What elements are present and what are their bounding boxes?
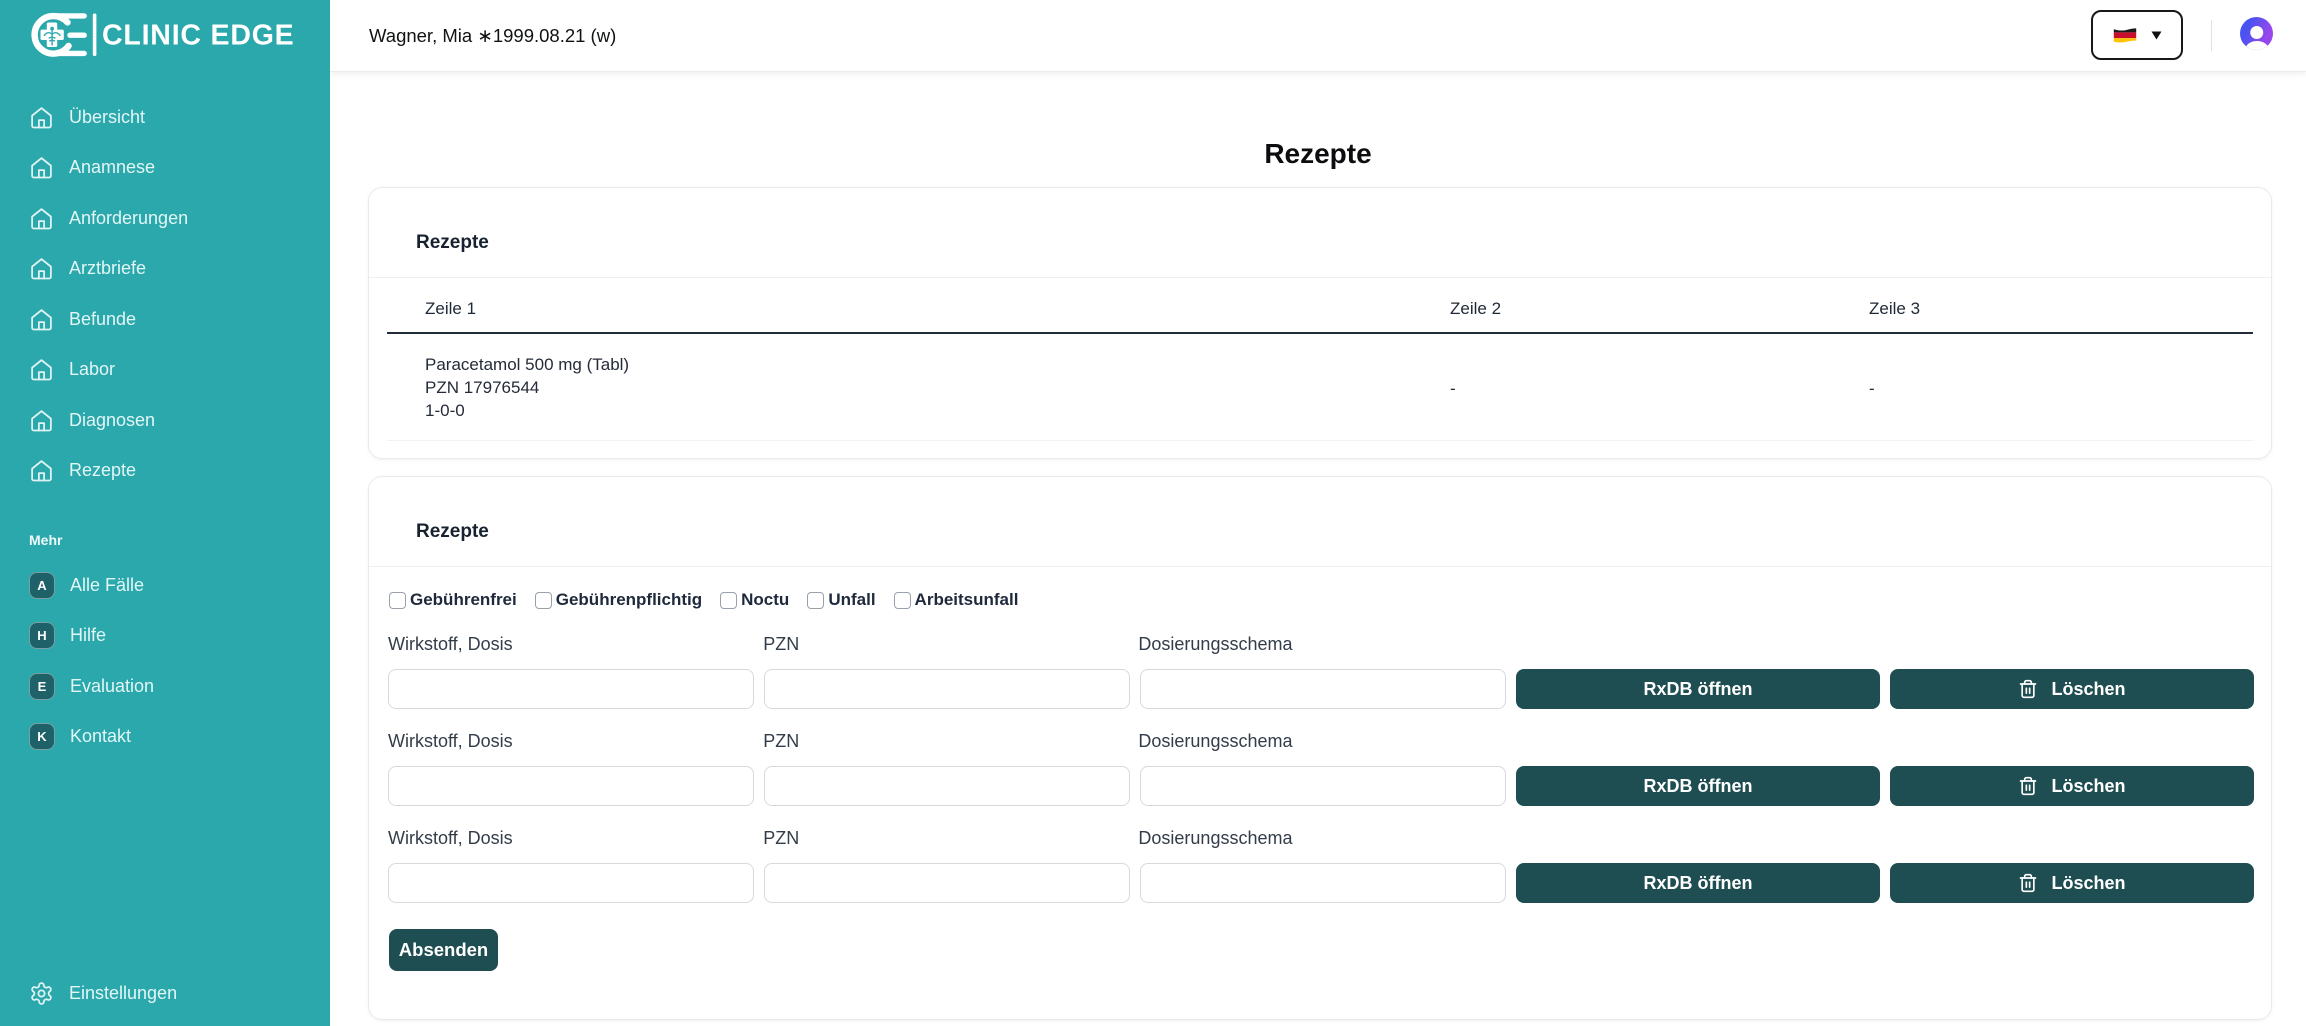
svg-text:CLINIC EDGE: CLINIC EDGE [102,20,294,52]
